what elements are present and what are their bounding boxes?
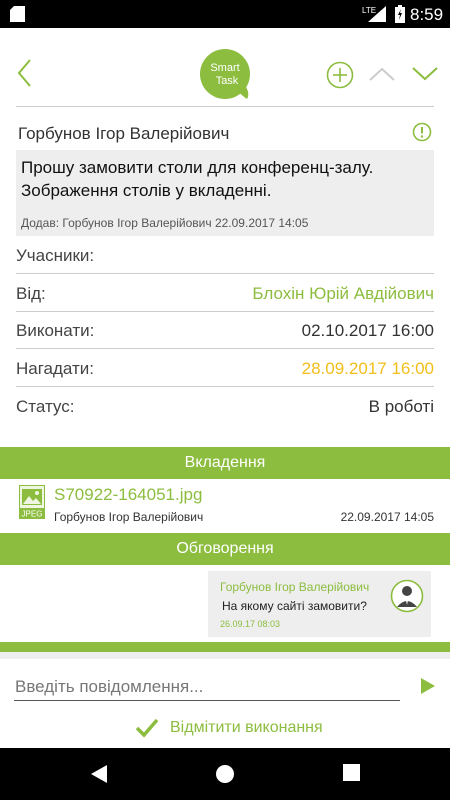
user-avatar-icon bbox=[390, 579, 424, 613]
attachment-filename[interactable]: S70922-164051.jpg bbox=[54, 485, 202, 505]
status-bar: LTE 8:59 bbox=[0, 0, 450, 28]
comment-author: Горбунов Ігор Валерійович bbox=[220, 580, 370, 594]
app-header: Smart Task bbox=[0, 28, 450, 106]
mark-complete-label: Відмітити виконання bbox=[170, 719, 323, 736]
clock: 8:59 bbox=[410, 5, 444, 24]
task-author: Горбунов Ігор Валерійович bbox=[18, 124, 230, 143]
task-message-box: Прошу замовити столи для конференц-залу.… bbox=[16, 150, 434, 236]
from-label: Від: bbox=[16, 284, 46, 303]
participants-row[interactable]: Учасники: bbox=[16, 236, 434, 274]
discussion-footer-bar bbox=[0, 642, 450, 652]
due-label: Виконати: bbox=[16, 321, 95, 340]
home-circle-icon[interactable] bbox=[215, 764, 235, 784]
participants-label: Учасники: bbox=[16, 246, 95, 265]
check-icon bbox=[135, 718, 159, 738]
battery-icon bbox=[395, 5, 405, 23]
task-message: Прошу замовити столи для конференц-залу.… bbox=[21, 158, 374, 200]
header-divider bbox=[16, 106, 434, 107]
remind-label: Нагадати: bbox=[16, 359, 95, 378]
discussion-header: Обговорення bbox=[0, 533, 450, 565]
message-input[interactable] bbox=[14, 673, 400, 701]
remind-value: 28.09.2017 16:00 bbox=[301, 359, 434, 378]
attachments-header: Вкладення bbox=[0, 447, 450, 479]
plus-circle-icon[interactable] bbox=[326, 61, 354, 89]
message-composer bbox=[0, 665, 450, 705]
due-value: 02.10.2017 16:00 bbox=[301, 321, 434, 340]
logo-text-task: Task bbox=[216, 75, 239, 87]
status-label: Статус: bbox=[16, 397, 75, 416]
recents-square-icon[interactable] bbox=[343, 764, 360, 781]
mark-complete-button[interactable]: Відмітити виконання bbox=[0, 715, 450, 743]
added-by-name: Горбунов Ігор Валерійович bbox=[62, 216, 212, 230]
task-added-info: Додав: Горбунов Ігор Валерійович 22.09.2… bbox=[21, 216, 308, 230]
added-by-label: Додав: bbox=[21, 216, 60, 230]
jpeg-file-icon: JPEG bbox=[19, 485, 45, 519]
attachment-date: 22.09.2017 14:05 bbox=[340, 510, 434, 524]
back-triangle-icon[interactable] bbox=[90, 764, 108, 784]
chevron-up-icon[interactable] bbox=[369, 66, 395, 82]
smart-task-logo: Smart Task bbox=[198, 47, 252, 101]
system-navigation-bar bbox=[0, 748, 450, 800]
from-value[interactable]: Блохін Юрій Авдійович bbox=[252, 284, 434, 304]
attachment-item[interactable]: JPEG S70922-164051.jpg Горбунов Ігор Вал… bbox=[16, 480, 434, 530]
comment-text: На якому сайті замовити? bbox=[222, 599, 367, 613]
sd-card-icon bbox=[10, 6, 25, 22]
added-at: 22.09.2017 14:05 bbox=[214, 216, 309, 230]
chevron-left-icon[interactable] bbox=[14, 58, 36, 88]
chevron-down-icon[interactable] bbox=[412, 66, 438, 82]
due-row[interactable]: Виконати: 02.10.2017 16:00 bbox=[16, 311, 434, 349]
from-row[interactable]: Від: Блохін Юрій Авдійович bbox=[16, 274, 434, 312]
comment-time: 26.09.17 08:03 bbox=[220, 619, 281, 629]
composer-separator bbox=[0, 652, 450, 659]
attachment-uploader: Горбунов Ігор Валерійович bbox=[54, 510, 204, 524]
signal-icon bbox=[368, 6, 386, 22]
discussion-list: Горбунов Ігор Валерійович На якому сайті… bbox=[0, 565, 450, 642]
send-icon[interactable] bbox=[420, 677, 436, 695]
status-row[interactable]: Статус: В роботі bbox=[16, 387, 434, 425]
remind-row[interactable]: Нагадати: 28.09.2017 16:00 bbox=[16, 349, 434, 387]
file-type-label: JPEG bbox=[22, 510, 43, 519]
logo-text-smart: Smart bbox=[210, 62, 239, 74]
exclamation-circle-icon[interactable] bbox=[412, 122, 432, 142]
comment-bubble[interactable]: Горбунов Ігор Валерійович На якому сайті… bbox=[208, 571, 431, 637]
status-value: В роботі bbox=[368, 397, 434, 416]
